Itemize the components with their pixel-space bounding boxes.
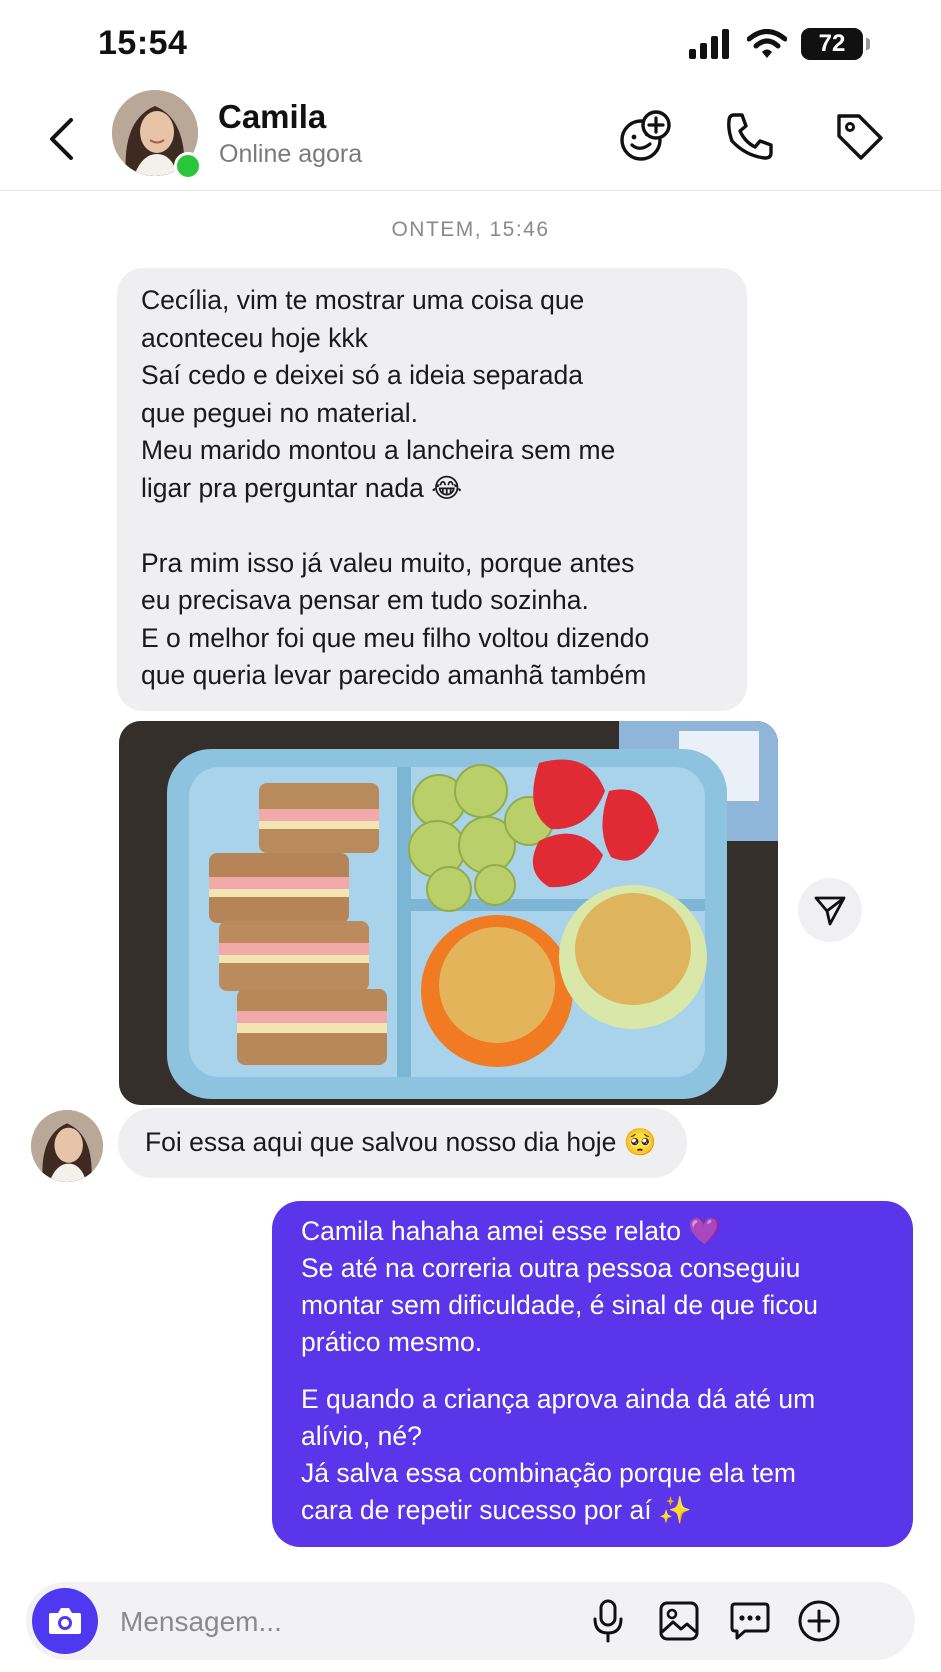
sender-avatar[interactable] — [31, 1110, 103, 1182]
signal-icon — [689, 29, 729, 59]
back-chevron-icon — [50, 118, 73, 160]
shared-photo[interactable] — [119, 721, 778, 1105]
camera-button[interactable] — [32, 1588, 98, 1654]
back-button[interactable] — [40, 112, 84, 166]
outgoing-message[interactable]: Camila hahaha amei esse relato 💜 Se até … — [272, 1201, 913, 1547]
contact-avatar[interactable] — [112, 90, 202, 180]
image-icon — [659, 1601, 699, 1641]
phone-icon — [727, 113, 773, 160]
status-bar: 15:54 72 — [0, 0, 941, 90]
avatar-photo — [31, 1110, 103, 1182]
share-photo-button[interactable] — [798, 878, 862, 942]
add-reaction-button[interactable] — [614, 104, 678, 168]
tag-icon — [837, 114, 883, 160]
emoji-add-icon — [620, 110, 671, 161]
message-paragraph: Camila hahaha amei esse relato 💜 Se até … — [301, 1216, 819, 1357]
microphone-icon — [593, 1599, 623, 1643]
tag-button[interactable] — [827, 104, 891, 168]
message-composer — [26, 1582, 915, 1660]
gallery-button[interactable] — [652, 1594, 706, 1648]
contact-status: Online agora — [219, 140, 363, 168]
lunchbox-image — [119, 721, 778, 1105]
send-icon — [814, 896, 846, 926]
incoming-message[interactable]: Cecília, vim te mostrar uma coisa que ac… — [117, 268, 747, 711]
wifi-icon — [747, 29, 787, 58]
message-text: Foi essa aqui que salvou nosso dia hoje … — [145, 1127, 657, 1158]
sticker-button[interactable] — [723, 1594, 777, 1648]
voice-message-button[interactable] — [581, 1594, 635, 1648]
incoming-message[interactable]: Foi essa aqui que salvou nosso dia hoje … — [118, 1108, 687, 1178]
camera-icon — [49, 1608, 81, 1634]
message-paragraph: E quando a criança aprova ainda dá até u… — [301, 1384, 816, 1525]
online-indicator — [174, 152, 202, 180]
chat-header: Camila Online agora — [0, 90, 941, 191]
more-options-button[interactable] — [792, 1594, 846, 1648]
date-separator: ONTEM, 15:46 — [391, 218, 550, 241]
call-button[interactable] — [718, 104, 782, 168]
status-time: 15:54 — [98, 24, 188, 62]
sticker-icon — [730, 1602, 770, 1640]
message-input[interactable] — [118, 1596, 602, 1648]
battery-indicator: 72 — [801, 28, 870, 60]
status-icons: 72 — [689, 26, 870, 62]
message-text: Cecília, vim te mostrar uma coisa que ac… — [141, 285, 650, 690]
plus-icon — [798, 1600, 840, 1642]
contact-name[interactable]: Camila — [218, 98, 326, 136]
